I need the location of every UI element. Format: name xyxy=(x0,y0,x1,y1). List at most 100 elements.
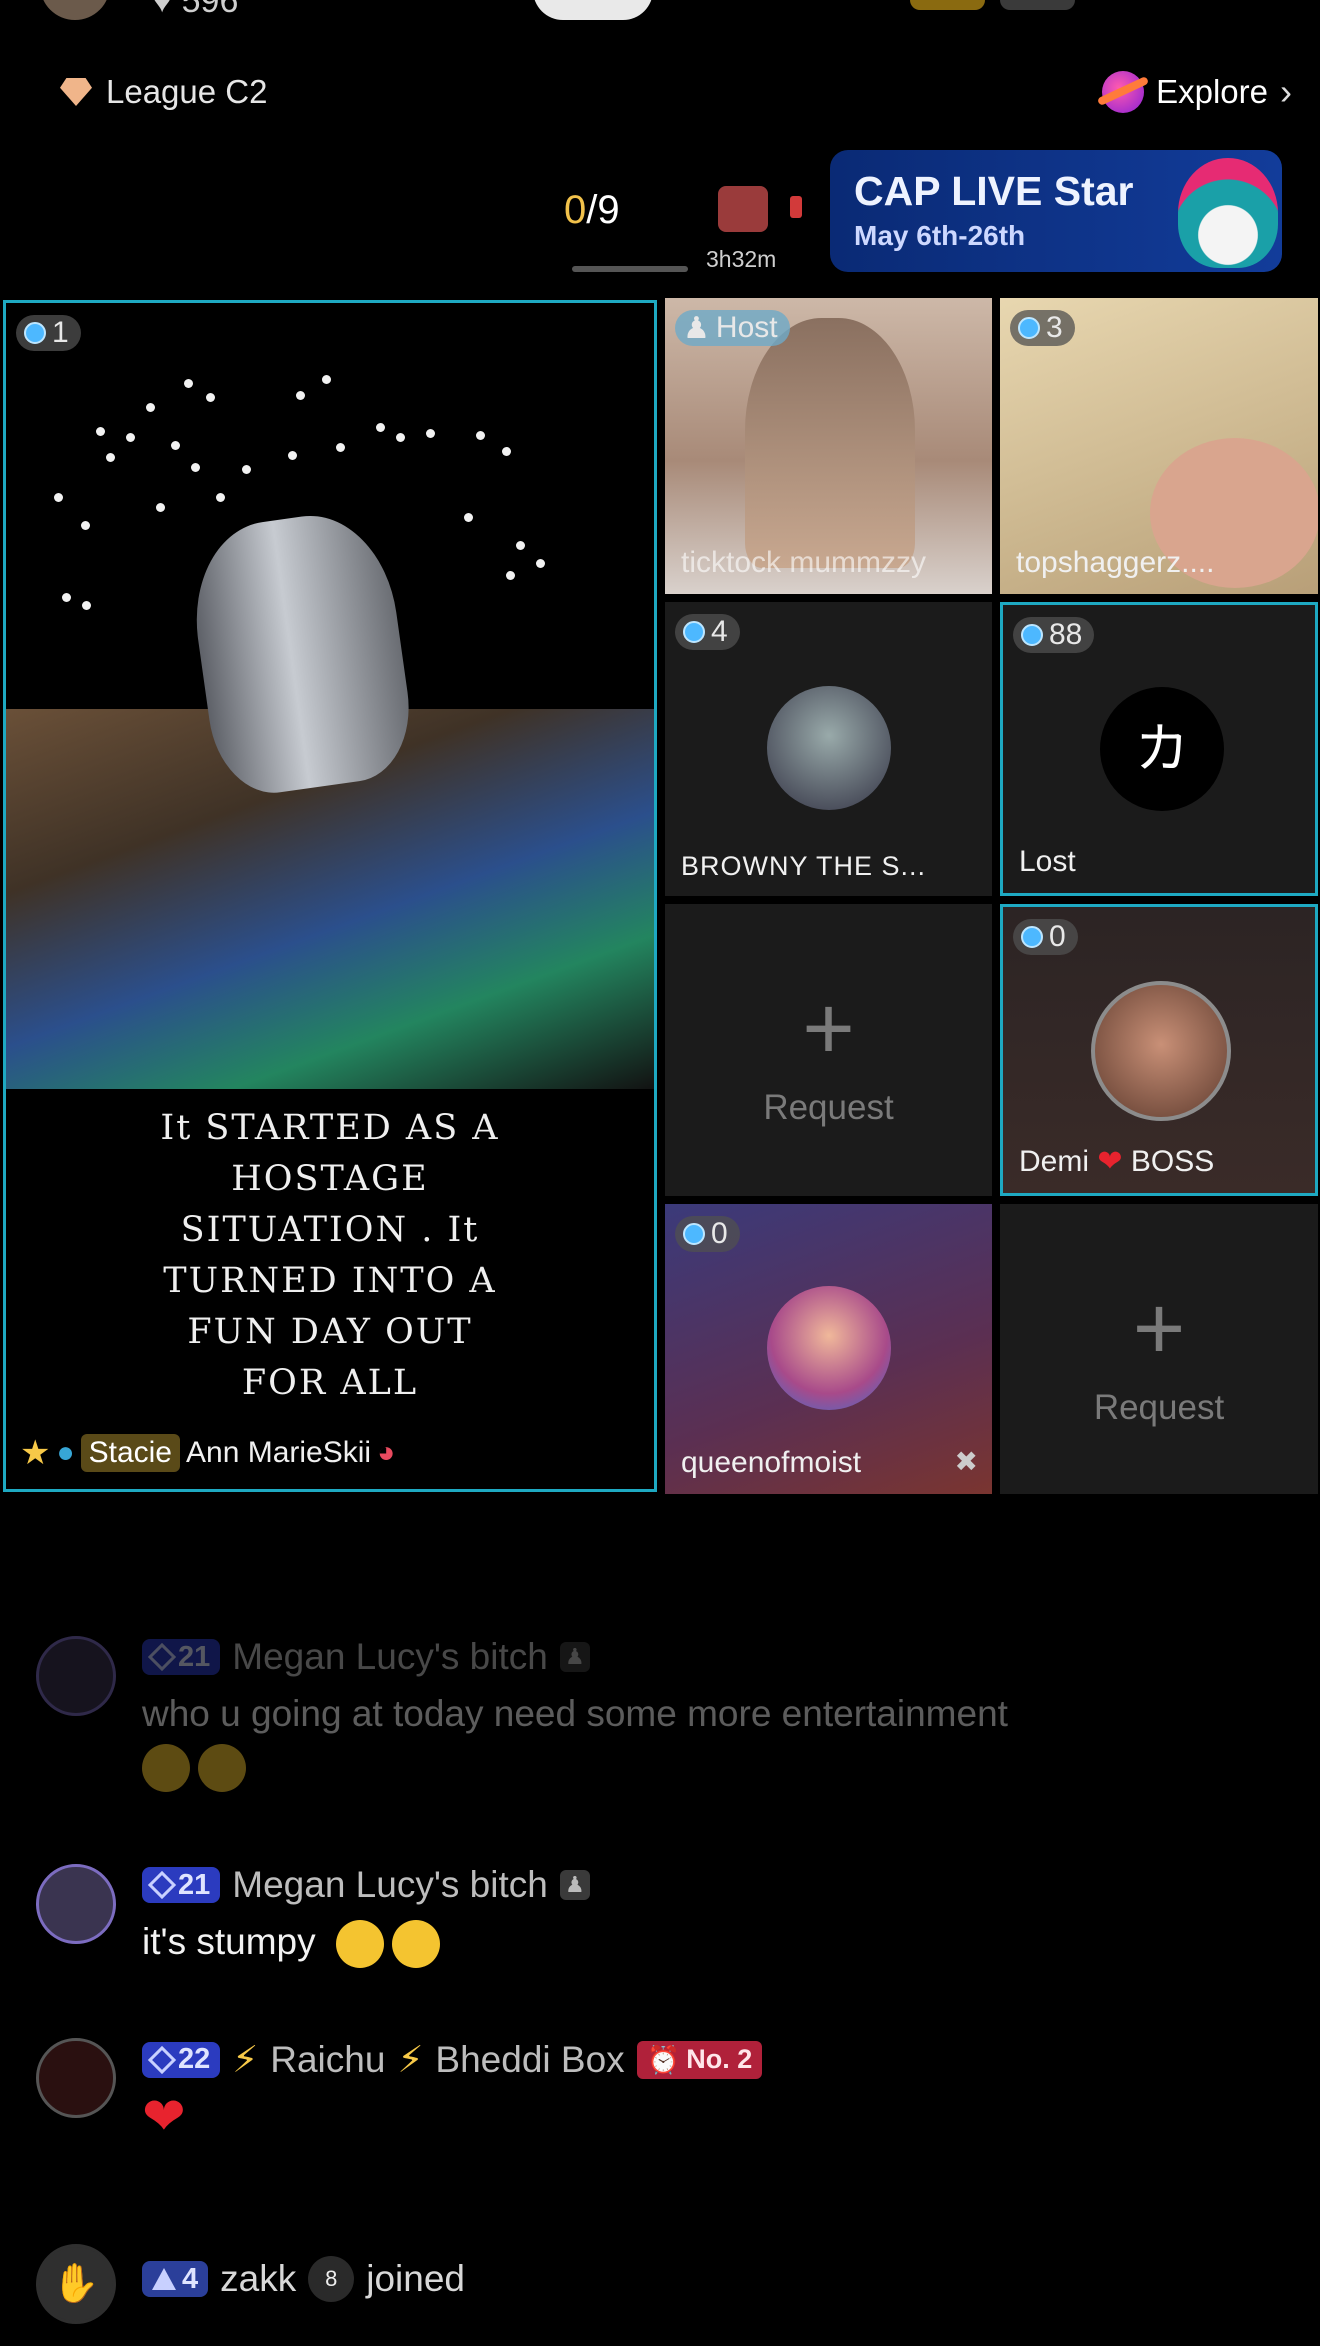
level-badge: 4 xyxy=(142,2261,209,2297)
banner-date: May 6th-26th xyxy=(854,220,1026,251)
level-value: 4 xyxy=(182,2262,199,2295)
user-avatar[interactable] xyxy=(36,1636,116,1716)
star-dot xyxy=(216,493,225,502)
guest-badge: 0 xyxy=(675,1216,740,1252)
wave-icon[interactable]: ✋ xyxy=(36,2244,116,2324)
friend-icon: ♟ xyxy=(559,1870,590,1900)
guest-badge: 0 xyxy=(1013,919,1078,955)
eight-ball-icon: 8 xyxy=(308,2256,355,2302)
fish-icon: ● xyxy=(56,1436,75,1469)
guest-avatar xyxy=(1091,981,1231,1121)
explore-button[interactable]: Explore › xyxy=(1102,70,1292,114)
streamer-avatar[interactable] xyxy=(40,0,110,20)
explore-label: Explore xyxy=(1156,73,1268,110)
star-dot xyxy=(464,513,473,522)
plus-icon: + xyxy=(1132,1279,1186,1379)
guest-badge: 1 xyxy=(16,315,81,351)
caption-line: FOR ALL xyxy=(241,1363,419,1403)
user-avatar[interactable] xyxy=(36,2038,116,2118)
level-value: 22 xyxy=(178,2043,211,2075)
username-suffix[interactable]: Bheddi Box xyxy=(435,2039,624,2081)
viewer-count: ♥ 596 xyxy=(152,0,238,21)
center-pill[interactable] xyxy=(533,0,653,20)
guest-tile-4[interactable]: 4 BROWNY THE S... xyxy=(665,602,992,896)
badge-icon xyxy=(24,322,46,344)
chat-message-header: 21 Megan Lucy's bitch ♟ xyxy=(142,1636,1320,1678)
star-dot xyxy=(156,503,165,512)
guest-badge-count: 88 xyxy=(1049,618,1083,651)
meme-caption: It STARTED AS A HOSTAGE SITUATION . It T… xyxy=(6,1103,654,1409)
person-icon: ♟ xyxy=(683,311,710,345)
level-badge: 21 xyxy=(142,1867,221,1903)
guest-name-first: Demi xyxy=(1019,1145,1090,1178)
join-action: joined xyxy=(366,2258,465,2299)
caption-line: FUN DAY OUT xyxy=(187,1312,473,1352)
guest-avatar: カ xyxy=(1100,687,1224,811)
chat-message-text: it's stumpy xyxy=(142,1916,1320,1969)
star-dot xyxy=(191,463,200,472)
caption-line: It STARTED AS A xyxy=(160,1108,500,1148)
mini-badge-gold xyxy=(910,0,985,10)
guest-tile-demi[interactable]: 0 Demi ❤ BOSS xyxy=(1000,904,1318,1196)
star-dot xyxy=(184,379,193,388)
caption-line: TURNED INTO A xyxy=(163,1261,497,1301)
chat-message-text: ❤ xyxy=(142,2091,1320,2148)
laughing-emoji-icon xyxy=(391,1920,440,1969)
laughing-emoji-icon xyxy=(198,1744,246,1793)
guest-tile-host[interactable]: ♟ Host ticktock mummzzy xyxy=(665,298,992,594)
username[interactable]: Megan Lucy's bitch xyxy=(232,1864,548,1906)
guest-badge-count: 1 xyxy=(52,316,69,349)
viewer-count-value: 596 xyxy=(181,0,239,20)
guest-tile-queen[interactable]: 0 queenofmoist ✖ xyxy=(665,1204,992,1494)
guest-tile-3[interactable]: 3 topshaggerz.... xyxy=(1000,298,1318,594)
star-dot xyxy=(322,375,331,384)
guest-tile-main[interactable]: 1 It STARTED AS A HOSTAGE SITUATION . It… xyxy=(3,300,657,1492)
diamond-icon xyxy=(147,1642,177,1672)
guest-avatar xyxy=(767,1286,891,1410)
star-icon: ★ xyxy=(20,1434,51,1472)
planet-icon xyxy=(1102,71,1145,113)
cap-live-star-banner[interactable]: CAP LIVE Star May 6th-26th xyxy=(830,150,1282,272)
star-dot xyxy=(62,593,71,602)
username[interactable]: zakk xyxy=(220,2258,296,2300)
badge-icon xyxy=(1018,317,1040,339)
guest-badge: 88 xyxy=(1013,617,1095,653)
diamond-icon xyxy=(147,2045,177,2074)
star-dot xyxy=(171,441,180,450)
friend-icon: ♟ xyxy=(559,1642,590,1672)
gift-box-icon[interactable] xyxy=(718,186,768,232)
league-button[interactable]: League C2 xyxy=(60,70,267,114)
request-plus: + Request xyxy=(1000,1284,1318,1428)
guest-name-highlight: Stacie xyxy=(80,1434,180,1472)
request-label: Request xyxy=(763,1088,894,1127)
heart-icon: ❤ xyxy=(142,2088,186,2146)
guest-tile-88[interactable]: カ 88 Lost xyxy=(1000,602,1318,896)
goal-counter[interactable]: 0/9 xyxy=(564,188,620,233)
guest-badge-count: 4 xyxy=(711,615,728,648)
guest-badge: 3 xyxy=(1010,310,1075,346)
league-label: League C2 xyxy=(106,73,268,110)
badge-icon xyxy=(683,1223,705,1245)
user-avatar[interactable] xyxy=(36,1864,116,1944)
host-badge-label: Host xyxy=(715,311,778,344)
top-strip: ♥ 596 xyxy=(0,0,1320,30)
guest-name: queenofmoist xyxy=(681,1446,862,1479)
request-slot-button[interactable]: + Request xyxy=(665,904,992,1196)
guest-avatar xyxy=(767,686,891,810)
badge-icon xyxy=(1021,926,1043,948)
banner-title: CAP LIVE Star xyxy=(854,168,1134,214)
request-slot-button[interactable]: + Request xyxy=(1000,1204,1318,1494)
username[interactable]: Raichu xyxy=(270,2039,385,2081)
goal-progress-bar xyxy=(572,266,688,272)
guest-name-second: BOSS xyxy=(1130,1145,1215,1178)
request-plus: + Request xyxy=(665,984,992,1128)
guest-badge-count: 0 xyxy=(711,1217,728,1250)
star-dot xyxy=(426,429,435,438)
laughing-emoji-icon xyxy=(142,1744,190,1793)
star-dot xyxy=(146,403,155,412)
event-timer: 3h32m xyxy=(706,246,777,272)
guest-name: Demi ❤ BOSS xyxy=(1019,1144,1214,1179)
mascot-icon xyxy=(1178,158,1278,268)
username[interactable]: Megan Lucy's bitch xyxy=(232,1636,548,1678)
chevron-right-icon: › xyxy=(1280,71,1292,112)
